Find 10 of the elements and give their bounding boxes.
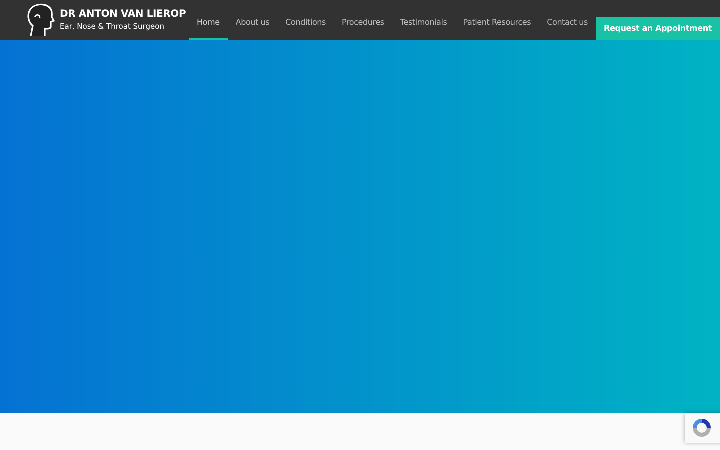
site-title: DR ANTON VAN LIEROP (60, 9, 186, 20)
nav-link[interactable]: Conditions (278, 0, 334, 40)
head-profile-icon[interactable] (25, 2, 55, 38)
recaptcha-badge[interactable] (685, 413, 720, 443)
nav-link[interactable]: Testimonials (392, 0, 456, 40)
nav-link[interactable]: Procedures (334, 0, 392, 40)
nav-link[interactable]: Contact us (539, 0, 596, 40)
recaptcha-icon (691, 417, 713, 439)
nav-link[interactable]: About us (228, 0, 278, 40)
nav-link[interactable]: Patient Resources (455, 0, 540, 40)
